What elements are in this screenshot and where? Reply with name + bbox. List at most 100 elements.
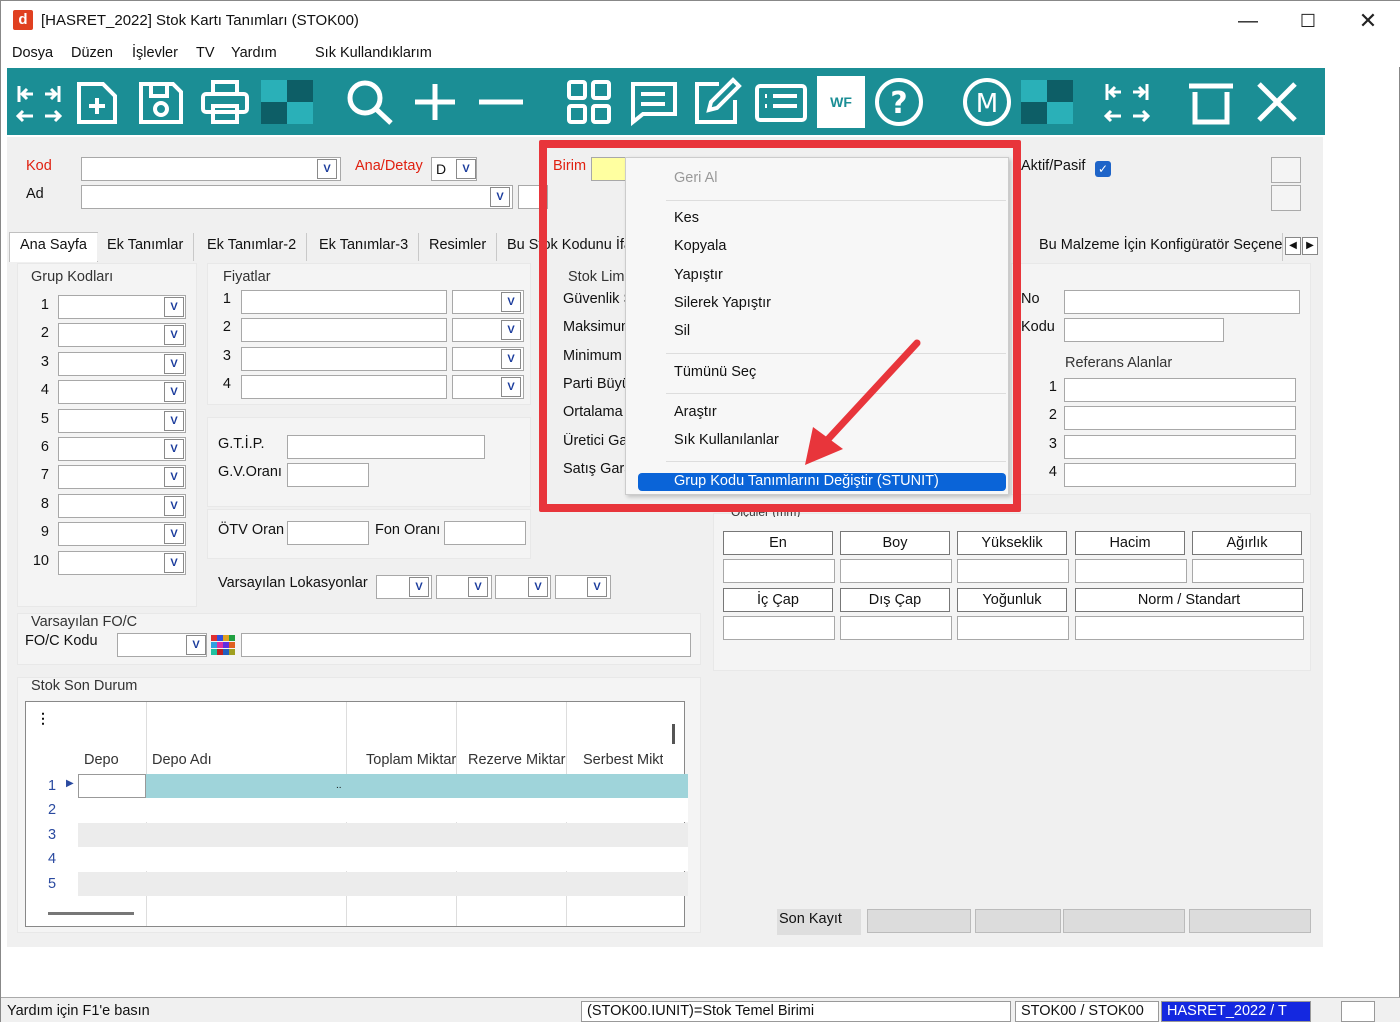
table-row[interactable] [78,798,688,823]
save-icon[interactable] [133,76,189,128]
close-window-button[interactable]: ✕ [1353,7,1383,35]
edit-icon[interactable] [689,76,745,128]
table-row[interactable] [78,774,688,798]
grid-menu-icon[interactable]: ⋮ [36,710,50,727]
referans-input[interactable] [1064,434,1296,459]
comment-icon[interactable] [625,76,681,128]
chevron-down-icon[interactable]: V [528,577,548,597]
chevron-down-icon[interactable]: V [501,320,521,341]
chevron-down-icon[interactable]: V [164,353,184,374]
delete-icon[interactable] [1183,76,1239,128]
grid-header-depo-adi[interactable]: Depo Adı [152,752,212,768]
gtip-input[interactable] [287,435,485,459]
minus-icon[interactable] [473,76,529,128]
cell-ellipsis[interactable]: .. [336,780,342,791]
chevron-down-icon[interactable]: V [164,410,184,431]
fiyat-input[interactable] [241,346,447,371]
m-icon[interactable]: M [959,76,1015,128]
chevron-down-icon[interactable]: V [317,159,337,179]
tab-resimler[interactable]: Resimler [419,233,498,261]
olcu-yukseklik-input[interactable] [957,559,1069,583]
table-row[interactable] [78,822,688,847]
table-row[interactable] [78,871,688,896]
olcu-norm-standart-input[interactable] [1075,616,1304,640]
chevron-down-icon[interactable]: V [164,439,184,459]
maximize-button[interactable]: ☐ [1293,7,1323,35]
tab-konfigurator[interactable]: Bu Malzeme İçin Konfigüratör Seçenekl [1029,233,1283,261]
olcu-hacim-input[interactable] [1075,559,1187,583]
olcu-boy-button[interactable]: Boy [840,531,950,555]
menu-duzen[interactable]: Düzen [71,45,113,61]
chevron-down-icon[interactable]: V [164,297,184,317]
gv-input[interactable] [287,463,369,487]
chevron-down-icon[interactable]: V [164,325,184,346]
grid-header-depo[interactable]: Depo [84,752,119,768]
olcu-boy-input[interactable] [840,559,952,583]
olcu-ic-cap-button[interactable]: İç Çap [723,588,833,612]
olcu-en-button[interactable]: En [723,531,833,555]
referans-input[interactable] [1064,462,1296,487]
minimize-button[interactable]: — [1233,7,1263,35]
chevron-down-icon[interactable]: V [501,292,521,312]
olcu-agirlik-input[interactable] [1192,559,1304,583]
kod-input[interactable] [81,157,341,181]
chevron-down-icon[interactable]: V [490,187,510,207]
fiyat-input[interactable] [241,374,447,399]
menu-sik-kullandiklarim[interactable]: Sık Kullandıklarım [315,45,432,61]
chevron-down-icon[interactable]: V [409,577,429,597]
olcu-hacim-button[interactable]: Hacim [1075,531,1185,555]
tab-ek-tanimlar-3[interactable]: Ek Tanımlar-3 [309,233,420,261]
chevron-down-icon[interactable]: V [501,376,521,397]
chevron-down-icon[interactable]: V [164,495,184,516]
plus-icon[interactable] [407,76,463,128]
olcu-yogunluk-input[interactable] [957,616,1069,640]
foc-aciklama-input[interactable] [241,633,691,657]
otv-input[interactable] [287,521,369,545]
grid-header-toplam-miktar[interactable]: Toplam Miktar [366,752,456,768]
close-icon[interactable] [1249,76,1305,128]
fiyat-input[interactable] [241,290,447,314]
grid-header-rezerve-miktar[interactable]: Rezerve Miktar [468,752,566,768]
tab-scroll-right-icon[interactable]: ▶ [1302,237,1318,255]
first-last-icon[interactable] [11,76,67,128]
depo-cell-editor[interactable] [78,774,146,798]
prev-next-icon[interactable] [1099,76,1155,128]
grid-header-serbest-miktar[interactable]: Serbest Mikta [583,752,663,768]
color-palette-icon[interactable] [211,635,235,655]
chevron-down-icon[interactable]: V [587,577,607,597]
grid-scrollbar[interactable] [672,724,675,744]
chevron-down-icon[interactable]: V [456,159,476,179]
tab-ek-tanimlar-2[interactable]: Ek Tanımlar-2 [197,233,308,261]
menu-yardim[interactable]: Yardım [231,45,277,61]
search-icon[interactable] [341,76,397,128]
help-icon[interactable]: ? [871,76,927,128]
chevron-down-icon[interactable]: V [164,552,184,573]
menu-tv[interactable]: TV [196,45,215,61]
chevron-down-icon[interactable]: V [164,467,184,488]
fiyat-input[interactable] [241,318,447,343]
olcu-yogunluk-button[interactable]: Yoğunluk [957,588,1067,612]
side-button[interactable] [1271,185,1301,211]
olcu-yukseklik-button[interactable]: Yükseklik [957,531,1067,555]
chevron-down-icon[interactable]: V [186,635,206,655]
list-icon[interactable] [753,76,809,128]
aktif-checkbox[interactable]: ✓ [1095,161,1111,177]
side-button[interactable] [1271,157,1301,183]
chevron-down-icon[interactable]: V [164,382,184,403]
olcu-norm-standart-button[interactable]: Norm / Standart [1075,588,1303,612]
olcu-dis-cap-button[interactable]: Dış Çap [840,588,950,612]
referans-kodu-input[interactable] [1064,318,1224,342]
menu-dosya[interactable]: Dosya [12,45,53,61]
table-row[interactable] [78,847,688,872]
referans-no-input[interactable] [1064,290,1300,314]
olcu-ic-cap-input[interactable] [723,616,835,640]
wf-icon[interactable]: WF [817,76,865,128]
chevron-down-icon[interactable]: V [164,524,184,545]
referans-input[interactable] [1064,406,1296,431]
olcu-en-input[interactable] [723,559,835,583]
chevron-down-icon[interactable]: V [468,577,488,597]
olcu-agirlik-button[interactable]: Ağırlık [1192,531,1302,555]
chevron-down-icon[interactable]: V [501,348,521,369]
grid-horizontal-scrollbar[interactable] [48,912,134,915]
menu-islevler[interactable]: İşlevler [132,45,178,61]
